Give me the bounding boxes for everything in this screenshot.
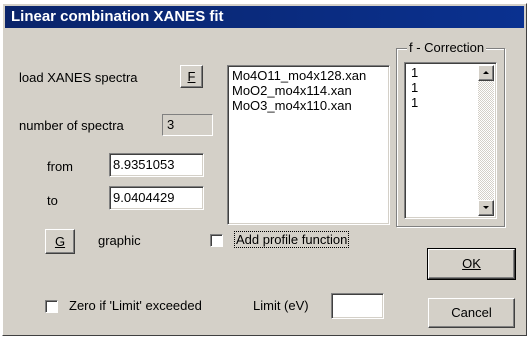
to-label: to [47,193,58,208]
graphic-button[interactable]: G [45,229,75,254]
list-item[interactable]: Mo4O11_mo4x128.xan [228,68,389,83]
xanes-fit-dialog: Linear combination XANES fit load XANES … [2,3,527,336]
number-of-spectra-value: 3 [162,114,213,136]
title-bar[interactable]: Linear combination XANES fit [5,6,524,28]
spectra-file-list[interactable]: Mo4O11_mo4x128.xan MoO2_mo4x114.xan MoO3… [227,65,390,225]
scroll-up-button[interactable] [478,65,494,81]
graphic-button-label: G [54,234,66,249]
zero-if-limit-checkbox[interactable] [45,300,58,313]
f-correction-list[interactable]: 1 1 1 [404,62,497,219]
list-item[interactable]: 1 [407,95,480,110]
limit-ev-input[interactable] [331,293,384,319]
cancel-button-label: Cancel [451,305,492,320]
f-correction-items: 1 1 1 [407,65,480,110]
from-label: from [47,159,73,174]
window-title: Linear combination XANES fit [11,8,224,25]
ok-button[interactable]: OK [427,248,516,280]
load-spectra-label: load XANES spectra [19,70,138,85]
f-correction-scrollbar[interactable] [478,65,494,216]
add-profile-label[interactable]: Add profile function [233,231,350,248]
arrow-up-icon [483,71,489,74]
arrow-down-icon [483,206,489,209]
ok-button-label: OK [462,256,481,271]
list-item[interactable]: 1 [407,80,480,95]
limit-ev-label: Limit (eV) [253,298,309,313]
f-correction-title: f - Correction [407,40,487,55]
from-input[interactable]: 8.9351053 [109,153,204,177]
number-of-spectra-label: number of spectra [19,118,124,133]
list-item[interactable]: 1 [407,65,480,80]
zero-if-limit-label: Zero if 'Limit' exceeded [69,298,202,313]
list-item[interactable]: MoO3_mo4x110.xan [228,98,389,113]
add-profile-checkbox[interactable] [210,234,223,247]
scroll-down-button[interactable] [478,200,494,216]
load-spectra-button-label: F [187,69,196,84]
load-spectra-button[interactable]: F [180,65,203,88]
graphic-label: graphic [98,233,141,248]
cancel-button[interactable]: Cancel [428,298,515,328]
to-input[interactable]: 9.0404429 [109,186,204,210]
list-item[interactable]: MoO2_mo4x114.xan [228,83,389,98]
